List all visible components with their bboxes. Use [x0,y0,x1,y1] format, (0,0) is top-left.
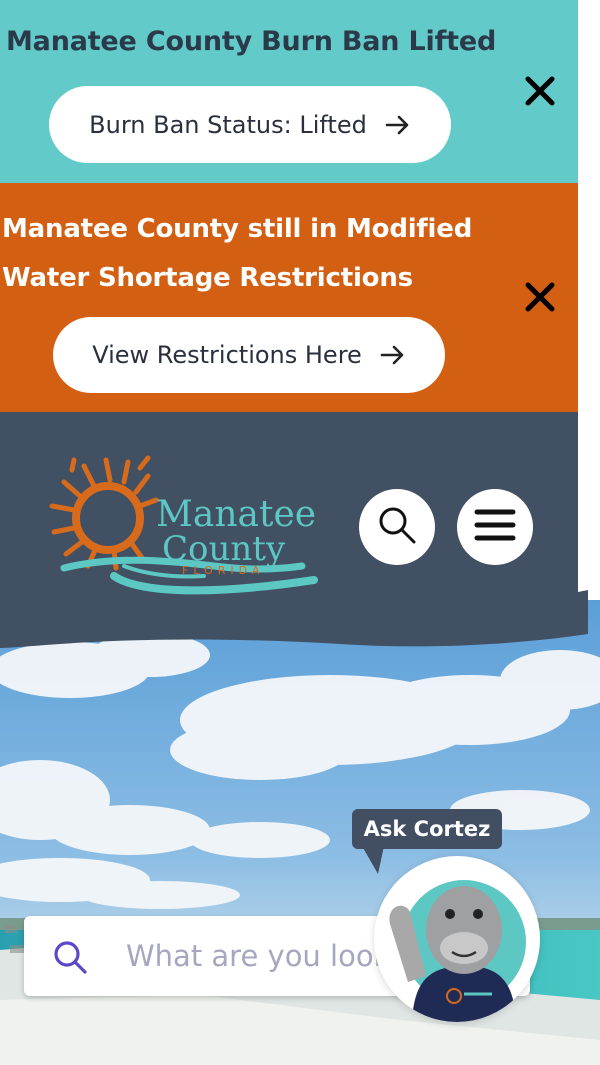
speech-bubble-tail [362,846,384,874]
logo-word-florida: FLORIDA [182,564,264,577]
arrow-right-icon [380,344,406,366]
ask-cortez-label[interactable]: Ask Cortez [352,809,502,849]
close-icon[interactable] [522,279,558,315]
close-icon[interactable] [522,73,558,109]
search-icon [376,504,418,550]
header-search-button[interactable] [359,489,435,565]
cortez-avatar[interactable] [374,856,540,1022]
manatee-county-logo[interactable]: Manatee County FLORIDA [44,448,319,606]
hamburger-menu-icon [473,507,517,547]
header-menu-button[interactable] [457,489,533,565]
manatee-mascot-icon [389,880,526,1022]
view-restrictions-label: View Restrictions Here [92,341,362,369]
arrow-right-icon [385,114,411,136]
burn-ban-status-button[interactable]: Burn Ban Status: Lifted [49,86,451,163]
alert-title-line-1: Manatee County still in Modified [2,214,473,244]
water-restrictions-alert: Manatee County still in Modified Water S… [0,183,578,412]
water-restrictions-alert-title: Manatee County still in Modified Water S… [2,205,472,303]
logo-word-county: County [162,529,286,569]
view-restrictions-button[interactable]: View Restrictions Here [53,317,445,393]
burn-ban-alert-title: Manatee County Burn Ban Lifted [6,26,497,57]
search-icon [52,939,88,979]
burn-ban-alert: Manatee County Burn Ban Lifted Burn Ban … [0,0,578,183]
burn-ban-status-label: Burn Ban Status: Lifted [89,110,367,139]
search-input[interactable] [126,934,396,978]
alert-title-line-2: Water Shortage Restrictions [2,263,413,293]
